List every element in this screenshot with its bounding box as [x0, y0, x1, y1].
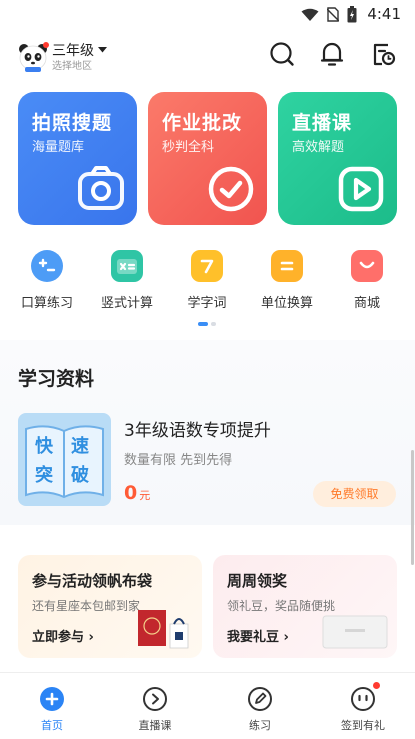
card-subtitle: 海量题库	[32, 140, 85, 155]
card-title: 作业批改	[162, 112, 243, 134]
plus-minus-icon	[31, 250, 63, 282]
tab-label: 练习	[249, 719, 271, 732]
play-circle-icon	[142, 686, 168, 712]
wifi-icon	[301, 8, 319, 21]
page-dot-active	[198, 322, 208, 326]
product-price: 0元	[124, 482, 150, 504]
status-icons	[301, 6, 357, 23]
equals-icon	[271, 250, 303, 282]
quick-item-label: 口算练习	[20, 296, 73, 311]
avatar[interactable]	[18, 42, 49, 72]
quick-item-learn-words[interactable]: 学字词	[172, 250, 242, 311]
homework-correction-card[interactable]: 作业批改 秒判全科	[148, 92, 267, 225]
tab-label: 直播课	[138, 719, 172, 732]
status-time: 4:41	[367, 5, 401, 23]
card-title: 直播课	[292, 112, 353, 134]
calculator-icon	[111, 250, 143, 282]
status-bar: 4:41	[0, 0, 415, 30]
live-class-card[interactable]: 直播课 高效解题	[278, 92, 397, 225]
notification-dot	[373, 682, 380, 689]
tote-bag-image	[138, 610, 189, 649]
open-book-icon	[25, 425, 104, 499]
bell-icon[interactable]	[319, 41, 345, 67]
quick-item-label: 单位换算	[260, 296, 313, 311]
shop-bag-icon	[351, 250, 383, 282]
activity-title: 参与活动领帆布袋	[32, 572, 153, 590]
prize-box-image	[322, 615, 388, 649]
activity-subtitle: 领礼豆，奖品随便挑	[227, 599, 336, 613]
smiley-face-icon	[350, 682, 380, 712]
quick-item-oral-arithmetic[interactable]: 口算练习	[12, 250, 82, 311]
activity-subtitle: 还有星座本包邮到家	[32, 599, 141, 613]
product-title[interactable]: 3年级语数专项提升	[124, 416, 271, 441]
quick-item-unit-conversion[interactable]: 单位换算	[252, 250, 322, 311]
home-icon	[39, 686, 65, 712]
book-cover[interactable]: 快 速 突 破	[18, 413, 111, 506]
price-unit: 元	[139, 489, 151, 502]
card-title: 拍照搜题	[32, 112, 113, 134]
no-sim-icon	[327, 7, 339, 22]
activity-card-tote-bag[interactable]: 参与活动领帆布袋 还有星座本包邮到家 立即参与 ›	[18, 555, 202, 658]
activity-card-weekly-rewards[interactable]: 周周领奖 领礼豆，奖品随便挑 我要礼豆 ›	[213, 555, 397, 658]
scrollbar[interactable]	[411, 450, 414, 565]
battery-icon	[347, 6, 357, 23]
activity-title: 周周领奖	[227, 572, 288, 590]
page-dot	[211, 322, 216, 326]
avatar-badge	[43, 42, 49, 48]
tab-practice[interactable]: 练习	[225, 686, 295, 733]
price-value: 0	[124, 482, 138, 504]
character-icon	[191, 250, 223, 282]
bottom-tab-bar: 首页 直播课 练习 签到有礼	[0, 672, 415, 739]
quick-item-shop[interactable]: 商城	[332, 250, 402, 311]
photo-search-card[interactable]: 拍照搜题 海量题库	[18, 92, 137, 225]
tab-label: 首页	[41, 719, 63, 732]
quick-item-label: 竖式计算	[100, 296, 153, 311]
get-points-link[interactable]: 我要礼豆 ›	[227, 626, 289, 645]
page-indicator	[198, 322, 216, 326]
section-title: 学习资料	[18, 368, 95, 390]
caret-down-icon	[98, 47, 107, 53]
pencil-circle-icon	[247, 686, 273, 712]
checkmark-icon	[208, 166, 254, 212]
card-subtitle: 高效解题	[292, 140, 345, 155]
search-icon[interactable]	[269, 41, 295, 67]
play-icon	[338, 166, 384, 212]
claim-free-button[interactable]: 免费领取	[313, 481, 396, 507]
region-selector[interactable]: 选择地区	[52, 57, 92, 72]
quick-item-label: 商城	[353, 296, 380, 311]
product-description: 数量有限 先到先得	[124, 453, 233, 468]
join-now-link[interactable]: 立即参与 ›	[32, 626, 94, 645]
book-char: 快	[35, 436, 53, 457]
book-char: 突	[35, 465, 53, 486]
quick-item-vertical-calc[interactable]: 竖式计算	[92, 250, 162, 311]
history-doc-icon[interactable]	[370, 41, 396, 67]
quick-item-label: 学字词	[187, 296, 227, 311]
tab-live-class[interactable]: 直播课	[120, 686, 190, 733]
book-char: 破	[71, 465, 89, 486]
card-subtitle: 秒判全科	[162, 140, 215, 155]
book-char: 速	[71, 436, 89, 457]
tab-label: 签到有礼	[341, 719, 385, 732]
camera-icon	[78, 166, 124, 210]
tab-checkin-rewards[interactable]: 签到有礼	[328, 682, 398, 733]
tab-home[interactable]: 首页	[17, 686, 87, 733]
